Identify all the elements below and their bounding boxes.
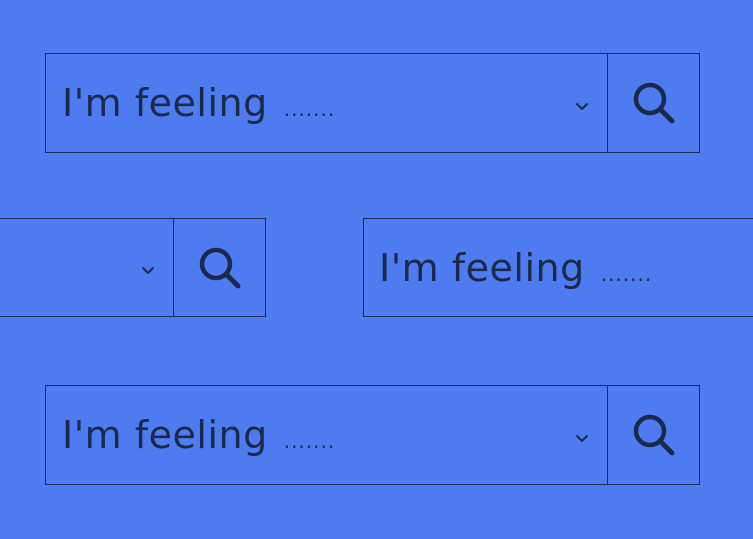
select-placeholder-dots: .......: [283, 429, 336, 453]
chevron-down-icon: [142, 267, 154, 274]
search-button[interactable]: [173, 218, 266, 317]
search-button[interactable]: [607, 53, 700, 153]
mood-select[interactable]: I'm feeling .......: [45, 385, 608, 485]
mood-select[interactable]: I'm feeling .......: [45, 53, 608, 153]
select-label: I'm feeling: [379, 245, 585, 290]
mood-select[interactable]: I'm feeling .......: [363, 218, 753, 317]
select-placeholder-dots: .......: [283, 97, 336, 121]
chevron-down-icon: [576, 103, 588, 110]
chevron-down-icon: [576, 435, 588, 442]
search-button[interactable]: [607, 385, 700, 485]
search-icon: [633, 414, 674, 456]
select-label: I'm feeling: [62, 81, 268, 125]
select-placeholder-dots: .......: [600, 261, 653, 286]
search-icon: [633, 82, 674, 124]
mood-select[interactable]: [0, 218, 174, 317]
select-label: I'm feeling: [62, 413, 268, 457]
search-icon: [199, 247, 240, 288]
